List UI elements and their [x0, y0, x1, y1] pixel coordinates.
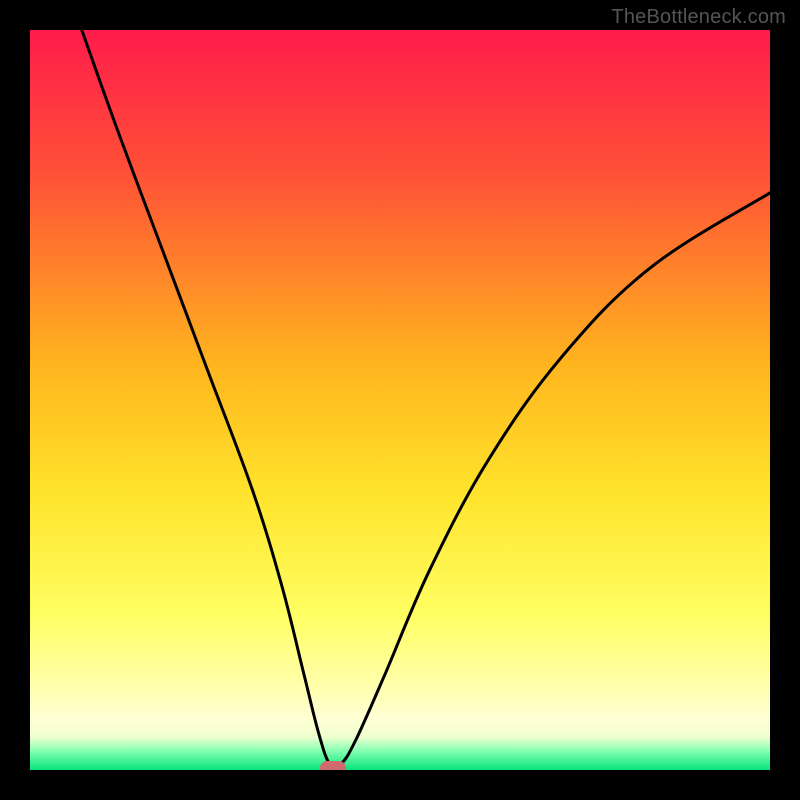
plot-area	[30, 30, 770, 770]
chart-svg	[30, 30, 770, 770]
chart-container: TheBottleneck.com	[0, 0, 800, 800]
watermark-text: TheBottleneck.com	[611, 6, 786, 29]
optimal-marker	[320, 761, 346, 770]
gradient-background	[30, 30, 770, 770]
